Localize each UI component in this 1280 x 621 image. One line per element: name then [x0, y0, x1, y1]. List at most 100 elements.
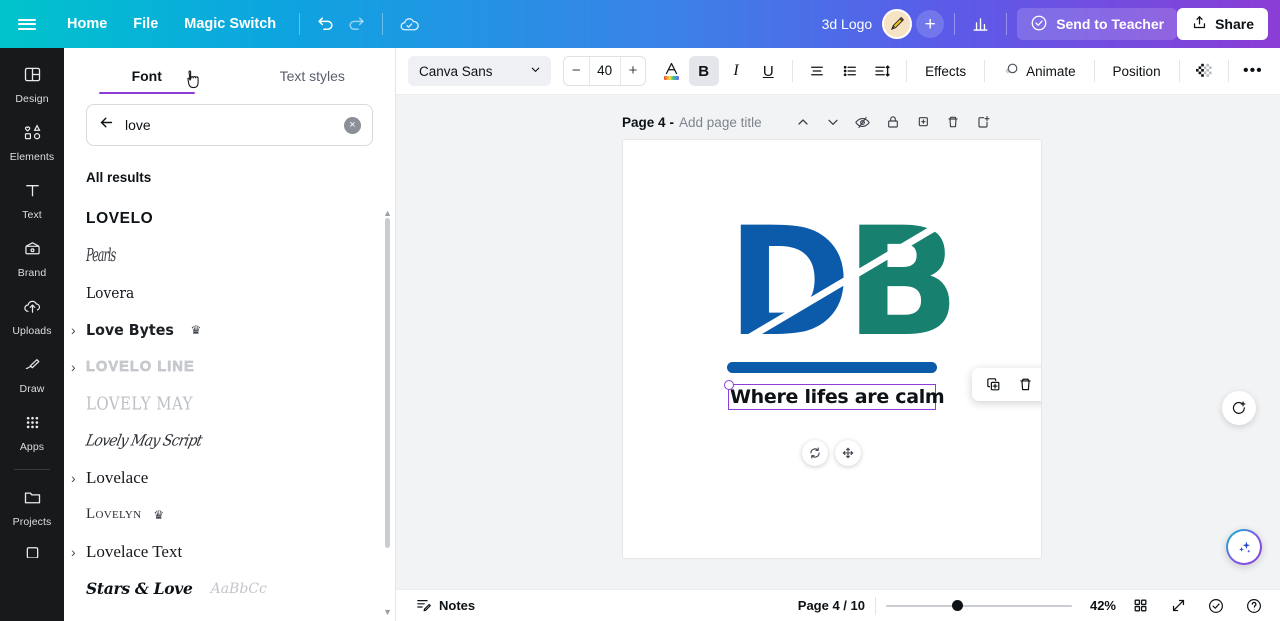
db-logo[interactable]: DB	[721, 208, 965, 358]
nav-home[interactable]: Home	[54, 9, 120, 39]
font-result-row[interactable]: Pearls	[64, 237, 396, 274]
chevron-right-icon[interactable]: ›	[71, 471, 76, 485]
rotate-icon[interactable]	[802, 440, 828, 466]
font-result-row[interactable]: Lovely May Script	[64, 422, 396, 459]
zoom-thumb[interactable]	[952, 600, 963, 611]
move-page-down-icon[interactable]	[818, 109, 848, 135]
animate-button[interactable]: Animate	[994, 55, 1085, 87]
duplicate-icon[interactable]	[978, 371, 1008, 399]
chevron-right-icon[interactable]: ›	[71, 323, 76, 337]
avatar[interactable]	[882, 9, 913, 39]
bullet-list-icon[interactable]	[835, 56, 865, 86]
font-name: LOVELO LINE	[86, 358, 195, 375]
page-title-input[interactable]: Add page title	[679, 115, 762, 130]
logo-underline-bar[interactable]	[727, 362, 937, 373]
design-page[interactable]: DB Where lifes are calm	[623, 140, 1041, 558]
zoom-slider[interactable]	[886, 599, 1072, 613]
sidebar-item-brand[interactable]: Brand	[2, 231, 62, 284]
sidebar-item-design[interactable]: Design	[2, 57, 62, 110]
move-page-up-icon[interactable]	[788, 109, 818, 135]
add-collaborator-button[interactable]: +	[916, 10, 945, 38]
font-result-row[interactable]: › LOVELO LINE	[64, 348, 396, 385]
share-button[interactable]: Share	[1177, 8, 1268, 40]
clear-icon[interactable]: ×	[344, 116, 361, 134]
magic-sparkles-icon[interactable]	[1226, 529, 1262, 565]
font-size-value[interactable]: 40	[588, 57, 621, 85]
bold-button[interactable]: B	[688, 56, 719, 86]
font-results-list[interactable]: LOVELO Pearls Lovera › Love Bytes ♛ › LOVELO LI…	[64, 200, 396, 621]
font-result-row[interactable]: › Lovelace	[64, 459, 396, 496]
hide-page-icon[interactable]	[848, 109, 878, 135]
sidebar-item-uploads[interactable]: Uploads	[2, 289, 62, 342]
effects-button[interactable]: Effects	[916, 58, 975, 85]
search-input[interactable]	[125, 117, 334, 133]
increase-font-size-button[interactable]: +	[621, 57, 646, 85]
lock-page-icon[interactable]	[878, 109, 908, 135]
text-color-icon[interactable]	[656, 56, 686, 86]
italic-button[interactable]: I	[721, 56, 751, 86]
sidebar-item-apps[interactable]: Apps	[2, 405, 62, 458]
transparency-icon[interactable]	[1189, 56, 1219, 86]
zoom-value[interactable]: 42%	[1082, 598, 1116, 613]
search-box[interactable]: ×	[86, 104, 373, 146]
tab-font[interactable]: Font	[64, 68, 230, 94]
document-title[interactable]: 3d Logo	[812, 10, 883, 38]
selected-text-box[interactable]: Where lifes are calm	[724, 380, 945, 410]
font-result-row[interactable]: › Lovelace Text	[64, 533, 396, 570]
sidebar-item-elements[interactable]: Elements	[2, 115, 62, 168]
panel-scrollbar[interactable]	[385, 218, 390, 548]
more-options-button[interactable]: •••	[1238, 56, 1268, 86]
logo-letter-d: D	[727, 196, 851, 370]
font-result-row[interactable]: Stars & Love AaBbCc	[64, 570, 396, 607]
delete-icon[interactable]	[1010, 371, 1040, 399]
duplicate-page-icon[interactable]	[908, 109, 938, 135]
fullscreen-icon[interactable]	[1164, 594, 1192, 618]
font-result-row[interactable]: LOVELO	[64, 200, 396, 237]
align-left-icon[interactable]	[802, 56, 832, 86]
font-result-row[interactable]: Lovelyn ♛	[64, 496, 396, 533]
bar-chart-icon[interactable]	[965, 9, 996, 40]
apps-icon	[22, 412, 43, 438]
resize-handle-top-left[interactable]	[724, 380, 734, 390]
font-result-row[interactable]: › Love Bytes ♛	[64, 311, 396, 348]
font-family-select[interactable]: Canva Sans	[408, 56, 551, 86]
grid-view-icon[interactable]	[1126, 594, 1154, 618]
help-icon[interactable]	[1240, 594, 1268, 618]
hamburger-icon[interactable]	[0, 16, 54, 32]
chevron-right-icon[interactable]: ›	[71, 360, 76, 374]
underline-button[interactable]: U	[753, 56, 783, 86]
add-comment-icon[interactable]	[1222, 391, 1256, 425]
check-circle-icon[interactable]	[1202, 594, 1230, 618]
sidebar-item-projects[interactable]: Projects	[2, 480, 62, 533]
tab-text-styles[interactable]: Text styles	[230, 68, 396, 94]
font-result-row[interactable]: Lovera	[64, 274, 396, 311]
results-header: All results	[86, 170, 152, 185]
scroll-down-arrow[interactable]: ▼	[383, 607, 392, 617]
sidebar-item-draw[interactable]: Draw	[2, 347, 62, 400]
mouse-cursor	[186, 70, 203, 97]
position-button[interactable]: Position	[1104, 58, 1170, 85]
divider	[382, 13, 384, 35]
notes-button[interactable]: Notes	[408, 592, 482, 620]
delete-page-icon[interactable]	[938, 109, 968, 135]
tagline-text[interactable]: Where lifes are calm	[729, 386, 945, 408]
send-to-teacher-button[interactable]: Send to Teacher	[1017, 8, 1178, 40]
move-icon[interactable]	[835, 440, 861, 466]
chevron-right-icon[interactable]: ›	[71, 545, 76, 559]
back-arrow-icon[interactable]	[98, 114, 115, 136]
add-page-icon[interactable]	[968, 109, 998, 135]
sidebar-item-text[interactable]: Text	[2, 173, 62, 226]
cloud-saved-icon[interactable]	[393, 8, 426, 41]
nav-magic-switch[interactable]: Magic Switch	[171, 9, 289, 39]
font-result-row[interactable]: LOVELY MAY	[64, 385, 396, 422]
scroll-up-arrow[interactable]: ▲	[383, 208, 392, 218]
line-spacing-icon[interactable]	[867, 56, 897, 86]
decrease-font-size-button[interactable]: −	[564, 57, 589, 85]
nav-file[interactable]: File	[120, 9, 171, 39]
font-size-stepper[interactable]: − 40 +	[562, 56, 647, 86]
sidebar-item-partial[interactable]	[2, 538, 62, 568]
undo-icon[interactable]	[310, 9, 341, 40]
page-wrapper: DB Where lifes are calm	[623, 140, 1041, 558]
premium-crown-icon: ♛	[153, 507, 165, 522]
redo-icon[interactable]	[341, 9, 372, 40]
